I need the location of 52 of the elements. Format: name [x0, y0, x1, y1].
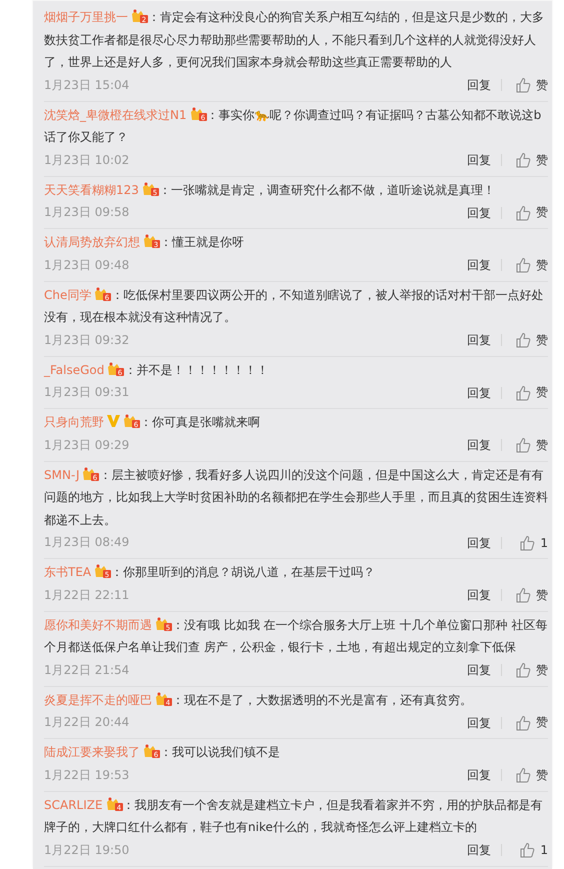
thumbs-up-icon [519, 842, 536, 858]
like-button[interactable]: 赞 [510, 76, 548, 94]
like-button[interactable]: 赞 [510, 384, 548, 401]
comment-time: 1月22日 21:54 [44, 662, 130, 678]
comment-time: 1月23日 09:58 [44, 204, 130, 221]
reply-link[interactable]: 回复 [467, 79, 502, 91]
comment-time: 1月22日 19:53 [44, 766, 130, 784]
reply-link[interactable]: 回复 [467, 334, 502, 346]
thumbs-up-icon [515, 767, 531, 783]
thumbs-up-icon [515, 332, 531, 348]
thumbs-up-icon [515, 662, 531, 678]
thumbs-up-icon [515, 714, 531, 730]
comment-time: 1月23日 15:04 [44, 76, 130, 94]
reply-link[interactable]: 回复 [467, 716, 502, 728]
thumbs-up-icon [515, 384, 531, 400]
reply-link[interactable]: 回复 [467, 386, 502, 398]
thumbs-up-icon [515, 77, 531, 93]
comment-time: 1月23日 09:29 [44, 436, 130, 454]
comment-time: 1月22日 22:11 [44, 586, 130, 604]
thumbs-up-icon [519, 534, 536, 550]
comment-time: 1月23日 09:31 [44, 384, 130, 401]
comment-time: 1月23日 08:49 [44, 534, 130, 551]
comment-time: 1月22日 20:44 [44, 714, 130, 731]
reply-link[interactable]: 回复 [467, 259, 502, 271]
thumbs-up-icon [515, 152, 531, 168]
thumbs-up-icon [515, 204, 531, 220]
reply-link[interactable]: 回复 [467, 536, 502, 548]
reply-link[interactable]: 回复 [467, 154, 502, 166]
like-button[interactable]: 赞 [510, 714, 548, 731]
thumbs-up-icon [515, 587, 531, 603]
like-button[interactable]: 赞 [510, 152, 548, 168]
reply-link[interactable]: 回复 [467, 769, 502, 781]
like-button[interactable]: 赞 [510, 766, 548, 784]
like-button[interactable]: 1 [510, 534, 548, 550]
like-button[interactable]: 赞 [510, 436, 548, 454]
reply-link[interactable]: 回复 [467, 206, 502, 218]
like-button[interactable]: 赞 [510, 662, 548, 678]
reply-link[interactable]: 回复 [467, 589, 502, 601]
like-button[interactable]: 1 [510, 842, 548, 858]
like-button[interactable]: 赞 [510, 332, 548, 348]
reply-link[interactable]: 回复 [467, 844, 502, 856]
thumbs-up-icon [515, 257, 531, 273]
comment-time: 1月22日 19:50 [44, 842, 130, 858]
comment-time: 1月23日 09:32 [44, 332, 130, 348]
reply-link[interactable]: 回复 [467, 664, 502, 676]
like-button[interactable]: 赞 [510, 256, 548, 274]
like-button[interactable]: 赞 [510, 586, 548, 604]
thumbs-up-icon [515, 437, 531, 453]
comment-time: 1月23日 09:48 [44, 256, 130, 274]
comment-time: 1月23日 10:02 [44, 152, 130, 168]
reply-link[interactable]: 回复 [467, 439, 502, 451]
like-button[interactable]: 赞 [510, 204, 548, 221]
